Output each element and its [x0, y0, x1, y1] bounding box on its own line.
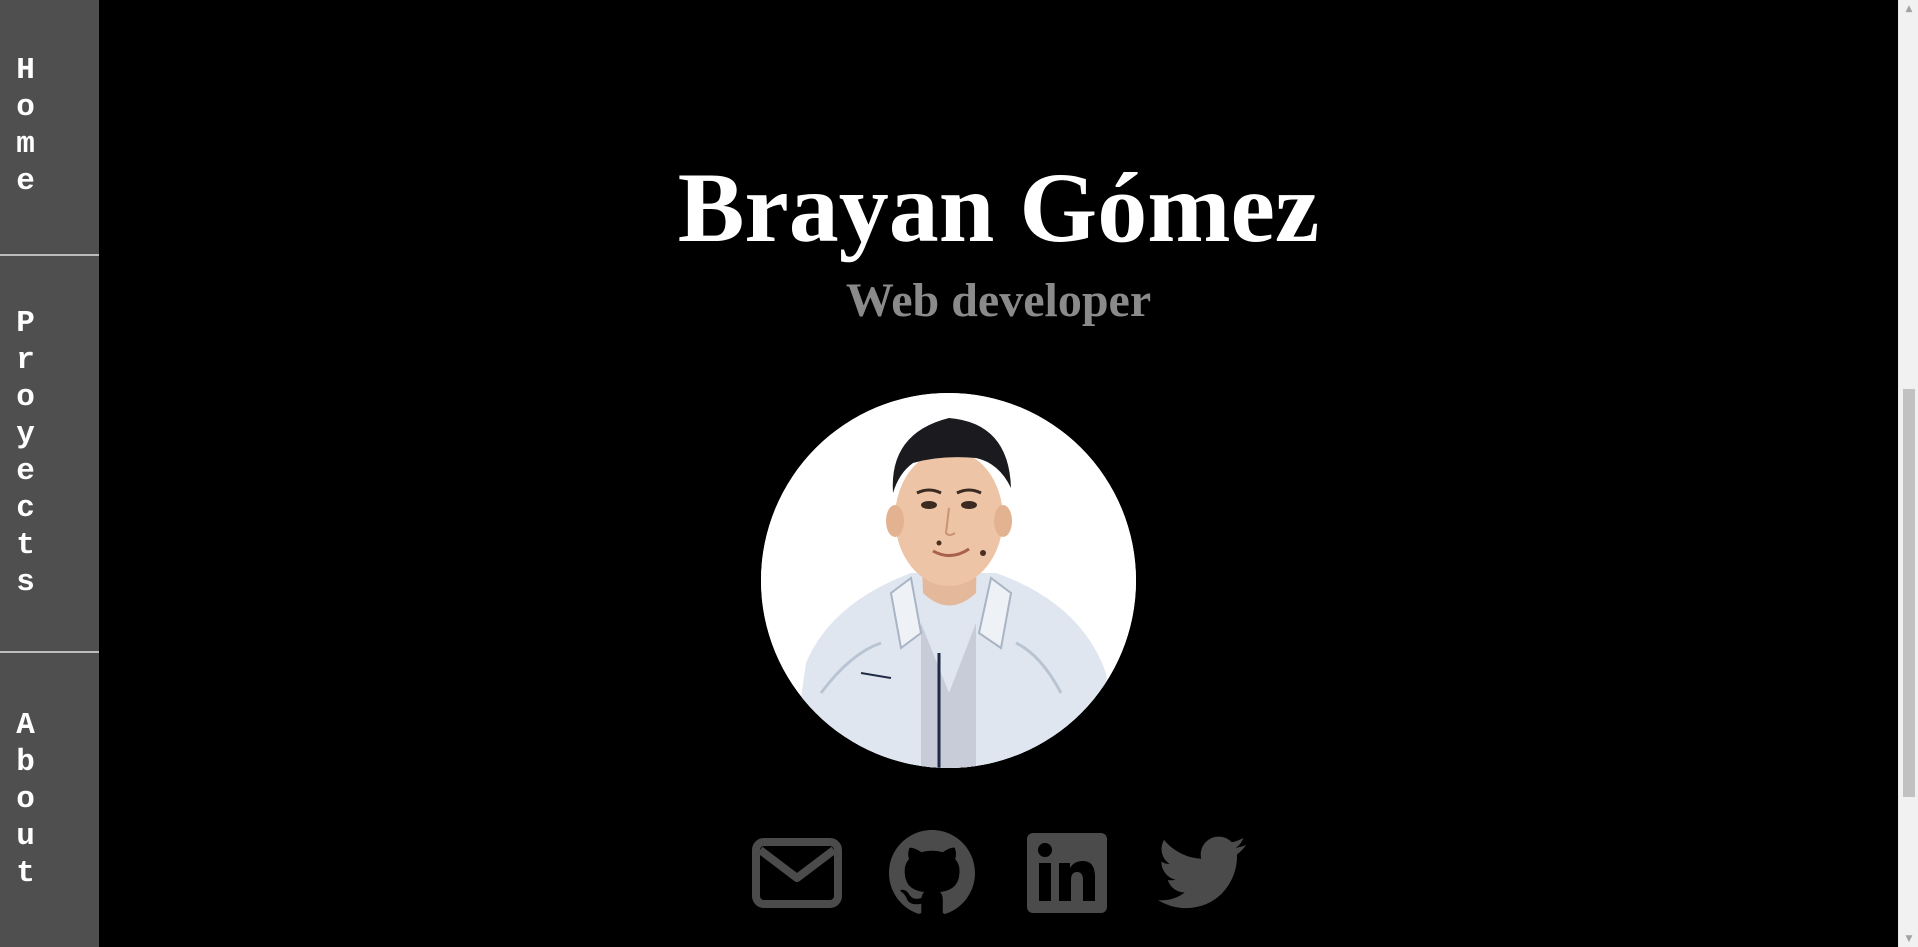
github-icon: [889, 830, 975, 916]
twitter-link[interactable]: [1157, 828, 1247, 918]
scrollbar-thumb[interactable]: [1903, 389, 1915, 797]
twitter-icon: [1158, 835, 1246, 911]
nav-item-home[interactable]: Home: [0, 0, 99, 256]
github-link[interactable]: [887, 828, 977, 918]
linkedin-link[interactable]: [1022, 828, 1112, 918]
hero-name: Brayan Gómez: [677, 152, 1320, 263]
email-link[interactable]: [752, 828, 842, 918]
side-navigation: Home Proyects About: [0, 0, 99, 947]
hero-role: Web developer: [845, 274, 1152, 327]
nav-item-proyects[interactable]: Proyects: [0, 256, 99, 653]
vertical-scrollbar[interactable]: ▲ ▼: [1898, 0, 1918, 947]
nav-item-about[interactable]: About: [0, 653, 99, 947]
nav-item-label: Proyects: [8, 305, 43, 602]
scroll-up-arrow-icon[interactable]: ▲: [1899, 0, 1918, 17]
social-links: [99, 828, 1898, 918]
hero-section: Brayan Gómez Web developer: [99, 0, 1898, 947]
nav-item-label: About: [8, 707, 43, 893]
scroll-down-arrow-icon[interactable]: ▼: [1899, 930, 1918, 947]
mail-icon: [752, 838, 842, 908]
linkedin-icon: [1027, 833, 1107, 913]
nav-item-label: Home: [8, 53, 43, 201]
profile-photo: [761, 393, 1136, 768]
